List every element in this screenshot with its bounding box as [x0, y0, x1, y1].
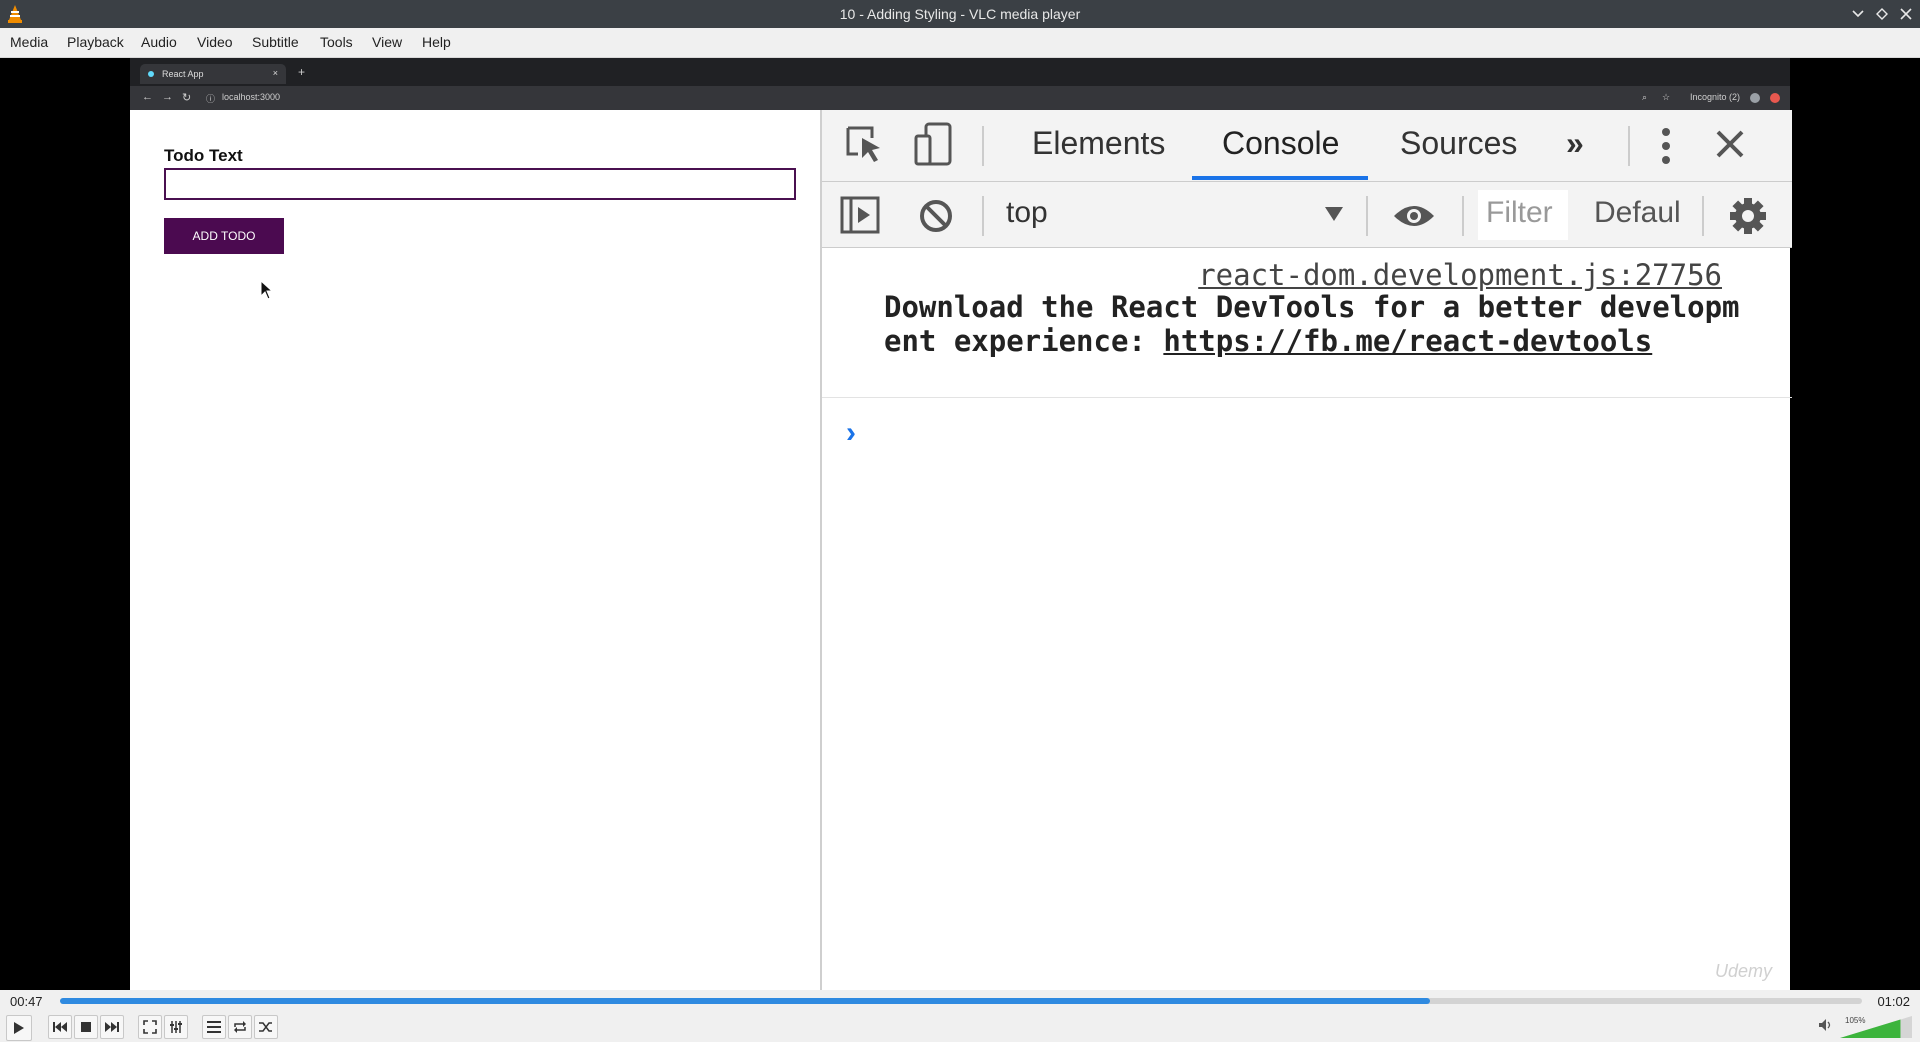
- maximize-button[interactable]: [1872, 4, 1892, 24]
- minimize-button[interactable]: [1848, 4, 1868, 24]
- skip-back-icon: [53, 1022, 67, 1032]
- console-message: react-dom.development.js:27756 Download …: [822, 248, 1792, 398]
- separator: [1628, 126, 1630, 166]
- play-button[interactable]: [6, 1015, 32, 1041]
- live-expression-eye-icon: [1394, 206, 1434, 226]
- time-elapsed: 00:47: [10, 994, 43, 1009]
- recorded-browser-chrome: React App × + ← → ↻ ⓘ localhost:3000 ⌕ ☆…: [130, 58, 1790, 110]
- extended-settings-button[interactable]: [164, 1015, 188, 1039]
- close-icon: [1900, 8, 1912, 20]
- title-bar: 10 - Adding Styling - VLC media player: [0, 0, 1920, 28]
- add-todo-button: ADD TODO: [164, 218, 284, 254]
- context-selector: top: [1006, 196, 1048, 229]
- console-source-link: react-dom.development.js:27756: [1198, 258, 1722, 292]
- device-toolbar-icon: [914, 122, 952, 166]
- loop-button[interactable]: [228, 1015, 252, 1039]
- recorded-address-bar: ← → ↻ ⓘ localhost:3000 ⌕ ☆ Incognito (2): [130, 86, 1790, 110]
- player-controls: 00:47 01:02 105%: [0, 990, 1920, 1042]
- window-title: 10 - Adding Styling - VLC media player: [839, 6, 1081, 22]
- incognito-icon: [1750, 93, 1760, 103]
- console-toolbar: top Filter Defaul: [822, 182, 1792, 248]
- incognito-label: Incognito (2): [1690, 92, 1741, 102]
- menu-media[interactable]: Media: [10, 34, 48, 50]
- todo-text-input: [164, 168, 796, 200]
- video-area[interactable]: React App × + ← → ↻ ⓘ localhost:3000 ⌕ ☆…: [0, 58, 1920, 990]
- recorded-webpage: Todo Text ADD TODO: [130, 110, 820, 990]
- recorded-browser-tab: React App ×: [140, 64, 286, 84]
- menu-playback[interactable]: Playback: [67, 34, 124, 50]
- info-icon: ⓘ: [206, 94, 216, 104]
- tab-elements: Elements: [1032, 125, 1166, 161]
- more-tabs-icon: »: [1566, 125, 1584, 161]
- log-levels-dropdown: Defaul: [1594, 196, 1681, 229]
- stop-button[interactable]: [74, 1015, 98, 1039]
- star-icon: ☆: [1662, 92, 1671, 102]
- kebab-menu-icon: [1662, 128, 1670, 164]
- back-arrow-icon: ←: [142, 91, 153, 103]
- menu-help[interactable]: Help: [422, 34, 451, 50]
- console-message-text: Download the React DevTools for a better…: [884, 290, 1744, 358]
- menu-subtitle[interactable]: Subtitle: [252, 34, 299, 50]
- menu-audio[interactable]: Audio: [141, 34, 177, 50]
- speaker-icon[interactable]: [1818, 1018, 1834, 1032]
- gear-icon: [1730, 198, 1766, 234]
- udemy-watermark: Udemy: [1714, 961, 1772, 981]
- time-total: 01:02: [1877, 994, 1910, 1009]
- shuffle-icon: [259, 1022, 272, 1032]
- play-icon: [14, 1022, 24, 1034]
- zoom-icon: ⌕: [1642, 92, 1648, 102]
- separator: [1462, 196, 1464, 236]
- diamond-icon: [1876, 8, 1888, 20]
- reload-icon: ↻: [182, 92, 192, 104]
- recorded-tab-title: React App: [162, 69, 204, 79]
- equalizer-icon: [170, 1021, 182, 1033]
- menu-tools[interactable]: Tools: [320, 34, 353, 50]
- recorded-devtools-panel: Elements Console Sources » top Filter De…: [820, 110, 1792, 990]
- close-devtools-icon: [1716, 130, 1744, 158]
- profile-icon: [1770, 93, 1780, 103]
- tab-console: Console: [1222, 125, 1340, 161]
- mouse-cursor-icon: [260, 280, 274, 300]
- todo-text-label: Todo Text: [164, 146, 243, 165]
- playlist-icon: [207, 1021, 221, 1033]
- console-devtools-link: https://fb.me/react-devtools: [1163, 324, 1653, 358]
- clear-console-icon: [920, 200, 952, 232]
- sidebar-toggle-icon: [840, 196, 880, 234]
- tab-sources: Sources: [1400, 125, 1518, 161]
- filter-input: Filter: [1478, 190, 1568, 240]
- skip-forward-icon: [105, 1022, 119, 1032]
- menu-view[interactable]: View: [372, 34, 402, 50]
- recorded-new-tab-icon: +: [298, 65, 306, 79]
- separator: [1702, 196, 1704, 236]
- stop-icon: [81, 1022, 91, 1032]
- devtools-tab-bar: Elements Console Sources »: [822, 110, 1792, 182]
- inspect-element-icon: [846, 126, 880, 162]
- separator: [982, 126, 984, 166]
- next-button[interactable]: [100, 1015, 124, 1039]
- active-tab-indicator: [1192, 176, 1368, 180]
- recorded-tab-close-icon: ×: [272, 68, 278, 78]
- recorded-url: localhost:3000: [222, 92, 281, 102]
- seek-bar-fill: [60, 998, 1430, 1004]
- fullscreen-icon: [143, 1020, 157, 1034]
- separator: [982, 196, 984, 236]
- forward-arrow-icon: →: [162, 91, 173, 103]
- seek-bar[interactable]: [60, 998, 1862, 1004]
- loop-icon: [234, 1021, 246, 1033]
- close-window-button[interactable]: [1896, 4, 1916, 24]
- menu-video[interactable]: Video: [197, 34, 233, 50]
- fullscreen-button[interactable]: [138, 1015, 162, 1039]
- volume-label: 105%: [1845, 1016, 1866, 1025]
- previous-button[interactable]: [48, 1015, 72, 1039]
- console-prompt-icon: ›: [846, 416, 856, 449]
- dropdown-arrow-icon: [1325, 207, 1343, 221]
- react-icon: [148, 71, 154, 77]
- playlist-button[interactable]: [202, 1015, 226, 1039]
- separator: [1366, 196, 1368, 236]
- chevron-down-icon: [1852, 10, 1864, 18]
- shuffle-button[interactable]: [254, 1015, 278, 1039]
- menu-bar: Media Playback Audio Video Subtitle Tool…: [0, 28, 1920, 58]
